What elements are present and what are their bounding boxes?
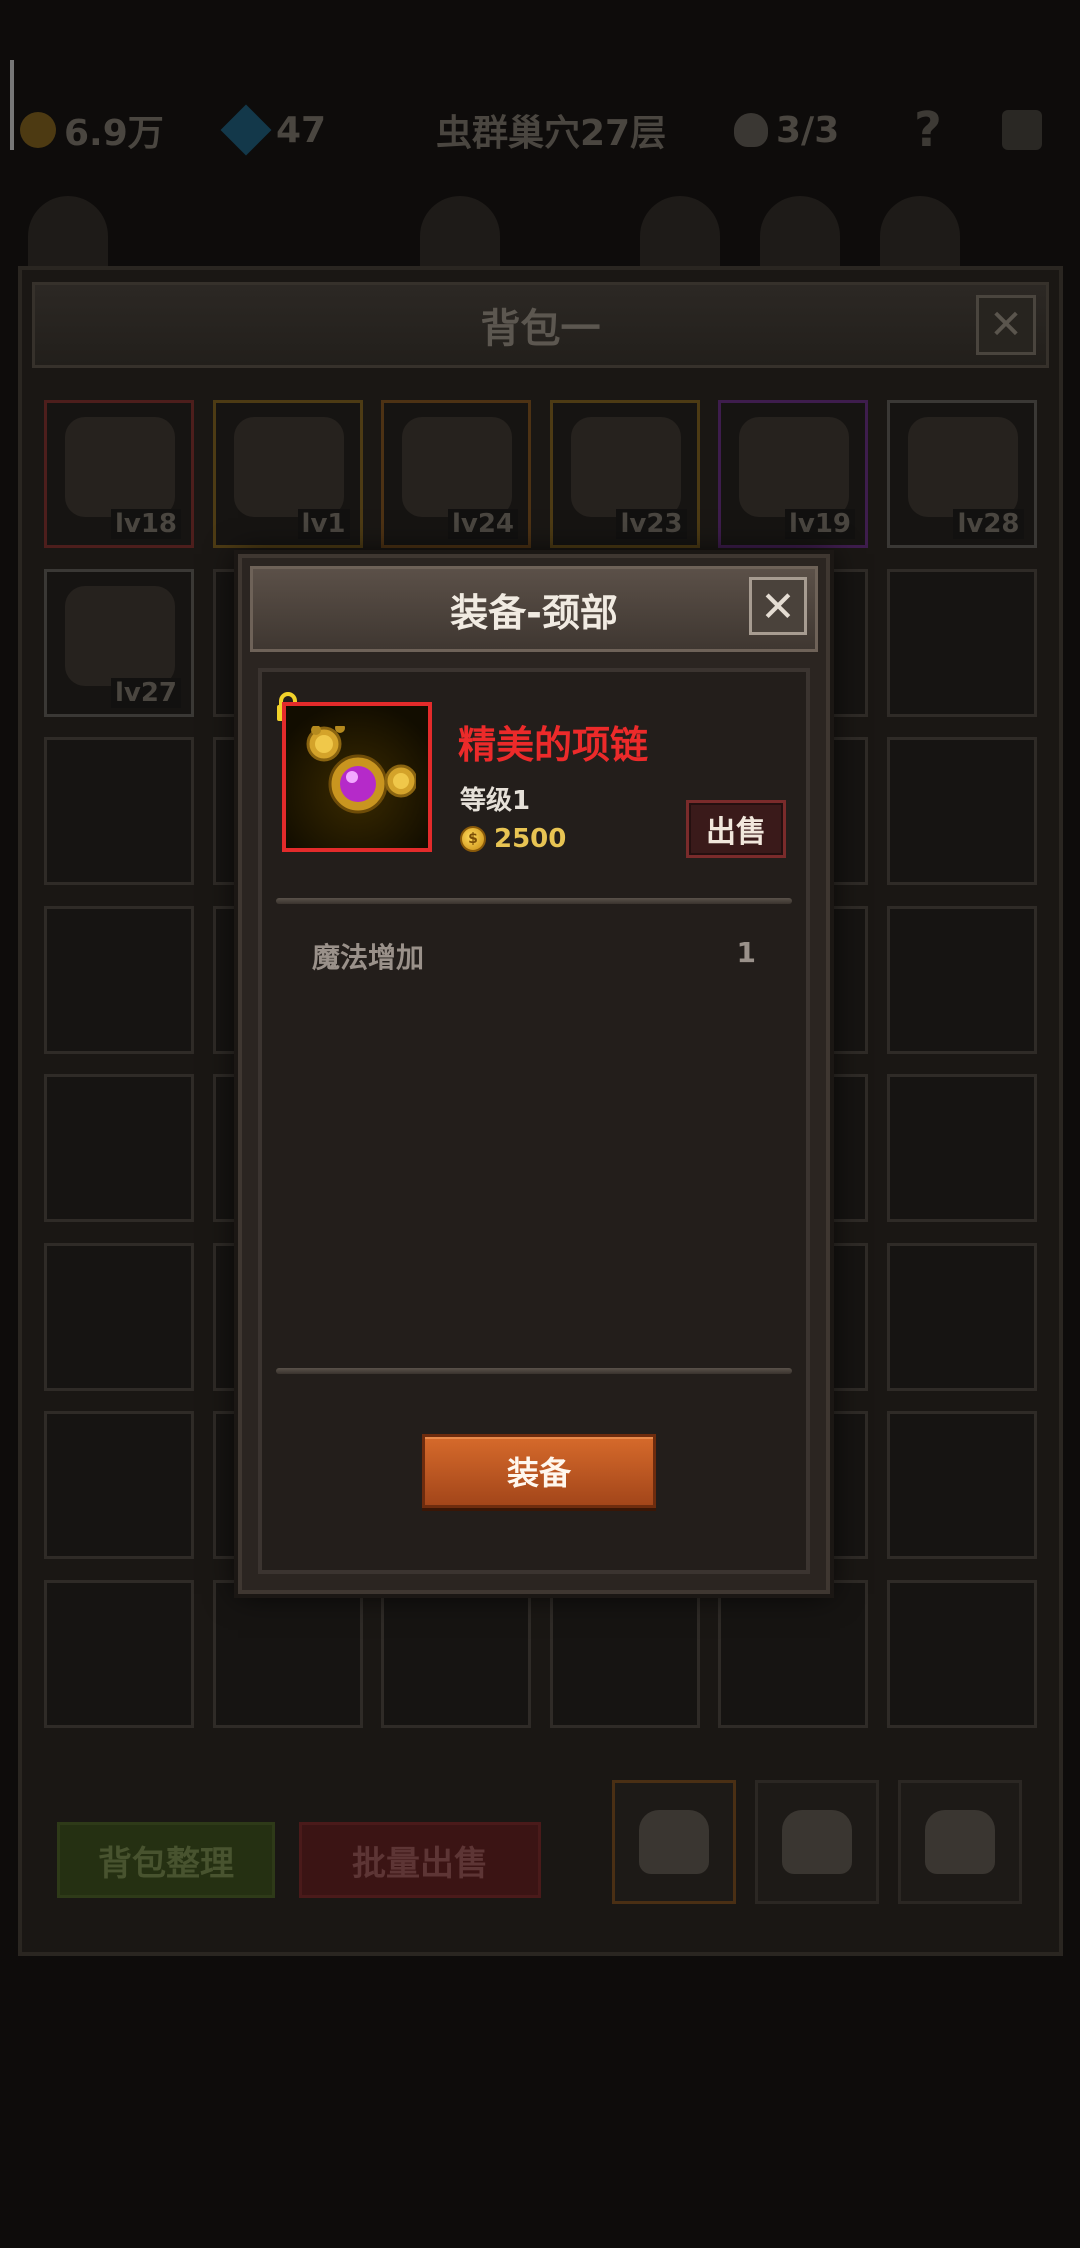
equip-button[interactable]: 装备 (422, 1434, 656, 1508)
top-resource-bar: 6.9万 47 虫群巢穴27层 3/3 ? (0, 90, 1080, 170)
inventory-slot-empty[interactable] (212, 1579, 363, 1728)
inventory-slot-filled[interactable]: lv19 (718, 400, 868, 548)
modal-header: 装备-颈部 ✕ (250, 566, 818, 652)
gem-amount: 47 (276, 109, 327, 151)
equipment-modal: 装备-颈部 ✕ 精美的项链 等级1 $ 2500 出售 魔法增加 1 装备 (238, 554, 830, 1594)
inventory-slot-filled[interactable]: lv28 (886, 400, 1037, 548)
sort-bag-button[interactable]: 背包整理 (57, 1822, 275, 1898)
attribute-value: 1 (736, 936, 756, 969)
backpack-title: 背包一 (480, 306, 601, 352)
divider (276, 898, 792, 904)
modal-title: 装备-颈部 (450, 590, 618, 635)
inventory-slot-empty[interactable] (886, 568, 1037, 717)
item-level: 等级1 (460, 786, 531, 816)
item-level-label: lv27 (110, 677, 181, 708)
inventory-slot-filled[interactable]: lv23 (549, 400, 700, 548)
attribute-row: 魔法增加 1 (312, 936, 756, 976)
helmet-icon (907, 417, 1018, 517)
gem-counter: 47 (220, 90, 327, 170)
hero-avatar (420, 196, 500, 266)
hero-avatar (28, 196, 108, 266)
inventory-slot-empty[interactable] (886, 905, 1037, 1054)
inventory-slot-empty[interactable] (886, 1242, 1037, 1391)
backpack-tab-1[interactable] (612, 1780, 736, 1904)
item-level-label: lv18 (110, 509, 181, 539)
inventory-slot-empty[interactable] (44, 1074, 194, 1222)
backpack-tab-3[interactable] (898, 1780, 1022, 1904)
inventory-slot-empty[interactable] (549, 1579, 700, 1728)
modal-close-button[interactable]: ✕ (749, 577, 807, 635)
achievement-button[interactable] (1002, 90, 1042, 170)
inventory-slot-empty[interactable] (44, 1411, 194, 1559)
coin-icon (20, 112, 56, 148)
horn-icon (570, 417, 681, 517)
backpack-header: 背包一 ✕ (32, 282, 1049, 368)
pistol-icon (402, 417, 512, 517)
inventory-slot-empty[interactable] (718, 1579, 868, 1728)
location-label: 虫群巢穴27层 (436, 90, 666, 170)
attribute-name: 魔法增加 (312, 941, 425, 974)
item-level-label: lv24 (447, 509, 518, 539)
inventory-slot-filled[interactable]: lv1 (212, 400, 363, 548)
backpack-icon (639, 1810, 709, 1874)
sell-button[interactable]: 出售 (686, 800, 786, 858)
backpack-tab-2[interactable] (755, 1780, 879, 1904)
bulk-sell-button[interactable]: 批量出售 (299, 1822, 541, 1898)
hero-avatar-row (0, 186, 1080, 266)
backpack-icon (782, 1810, 852, 1874)
scythe-icon (65, 417, 175, 517)
inventory-slot-empty[interactable] (886, 1074, 1037, 1222)
item-icon-frame[interactable] (282, 702, 432, 852)
skull-counter: 3/3 (734, 90, 839, 170)
backpack-icon (925, 1810, 995, 1874)
inventory-slot-empty[interactable] (44, 1242, 194, 1391)
skull-icon (734, 113, 768, 147)
item-level-label: lv1 (297, 509, 350, 539)
necklace-icon (233, 417, 344, 517)
hero-avatar (760, 196, 840, 266)
club-icon (65, 585, 175, 686)
hero-avatar (880, 196, 960, 266)
inventory-slot-filled[interactable]: lv18 (44, 400, 194, 548)
inventory-slot-empty[interactable] (381, 1579, 531, 1728)
hero-avatar (640, 196, 720, 266)
trophy-icon (1002, 110, 1042, 150)
item-price-value: 2500 (494, 824, 567, 854)
item-level-label: lv28 (953, 509, 1024, 539)
inventory-slot-filled[interactable]: lv24 (381, 400, 531, 548)
question-icon: ? (914, 102, 942, 158)
inventory-slot-empty[interactable] (44, 737, 194, 885)
inventory-slot-empty[interactable] (44, 1579, 194, 1728)
skull-amount: 3/3 (776, 109, 840, 151)
gem-icon (220, 104, 272, 156)
divider (276, 1368, 792, 1374)
item-name: 精美的项链 (458, 723, 649, 767)
necklace-icon (306, 726, 416, 814)
modal-body: 精美的项链 等级1 $ 2500 出售 魔法增加 1 装备 (258, 668, 810, 1574)
inventory-slot-filled[interactable]: lv27 (44, 568, 194, 717)
help-button[interactable]: ? (914, 90, 942, 170)
item-level-label: lv19 (784, 509, 855, 539)
inventory-slot-empty[interactable] (886, 737, 1037, 885)
gold-counter: 6.9万 (20, 90, 164, 170)
item-price: $ 2500 (460, 824, 566, 854)
backpack-close-button[interactable]: ✕ (976, 295, 1036, 355)
inventory-slot-empty[interactable] (886, 1579, 1037, 1728)
inventory-slot-empty[interactable] (886, 1411, 1037, 1559)
coin-icon: $ (460, 826, 486, 852)
item-level-label: lv23 (616, 509, 687, 539)
location-text: 虫群巢穴27层 (436, 113, 667, 154)
inventory-slot-empty[interactable] (44, 905, 194, 1054)
shield-icon (739, 417, 849, 517)
gold-amount: 6.9万 (64, 113, 164, 154)
